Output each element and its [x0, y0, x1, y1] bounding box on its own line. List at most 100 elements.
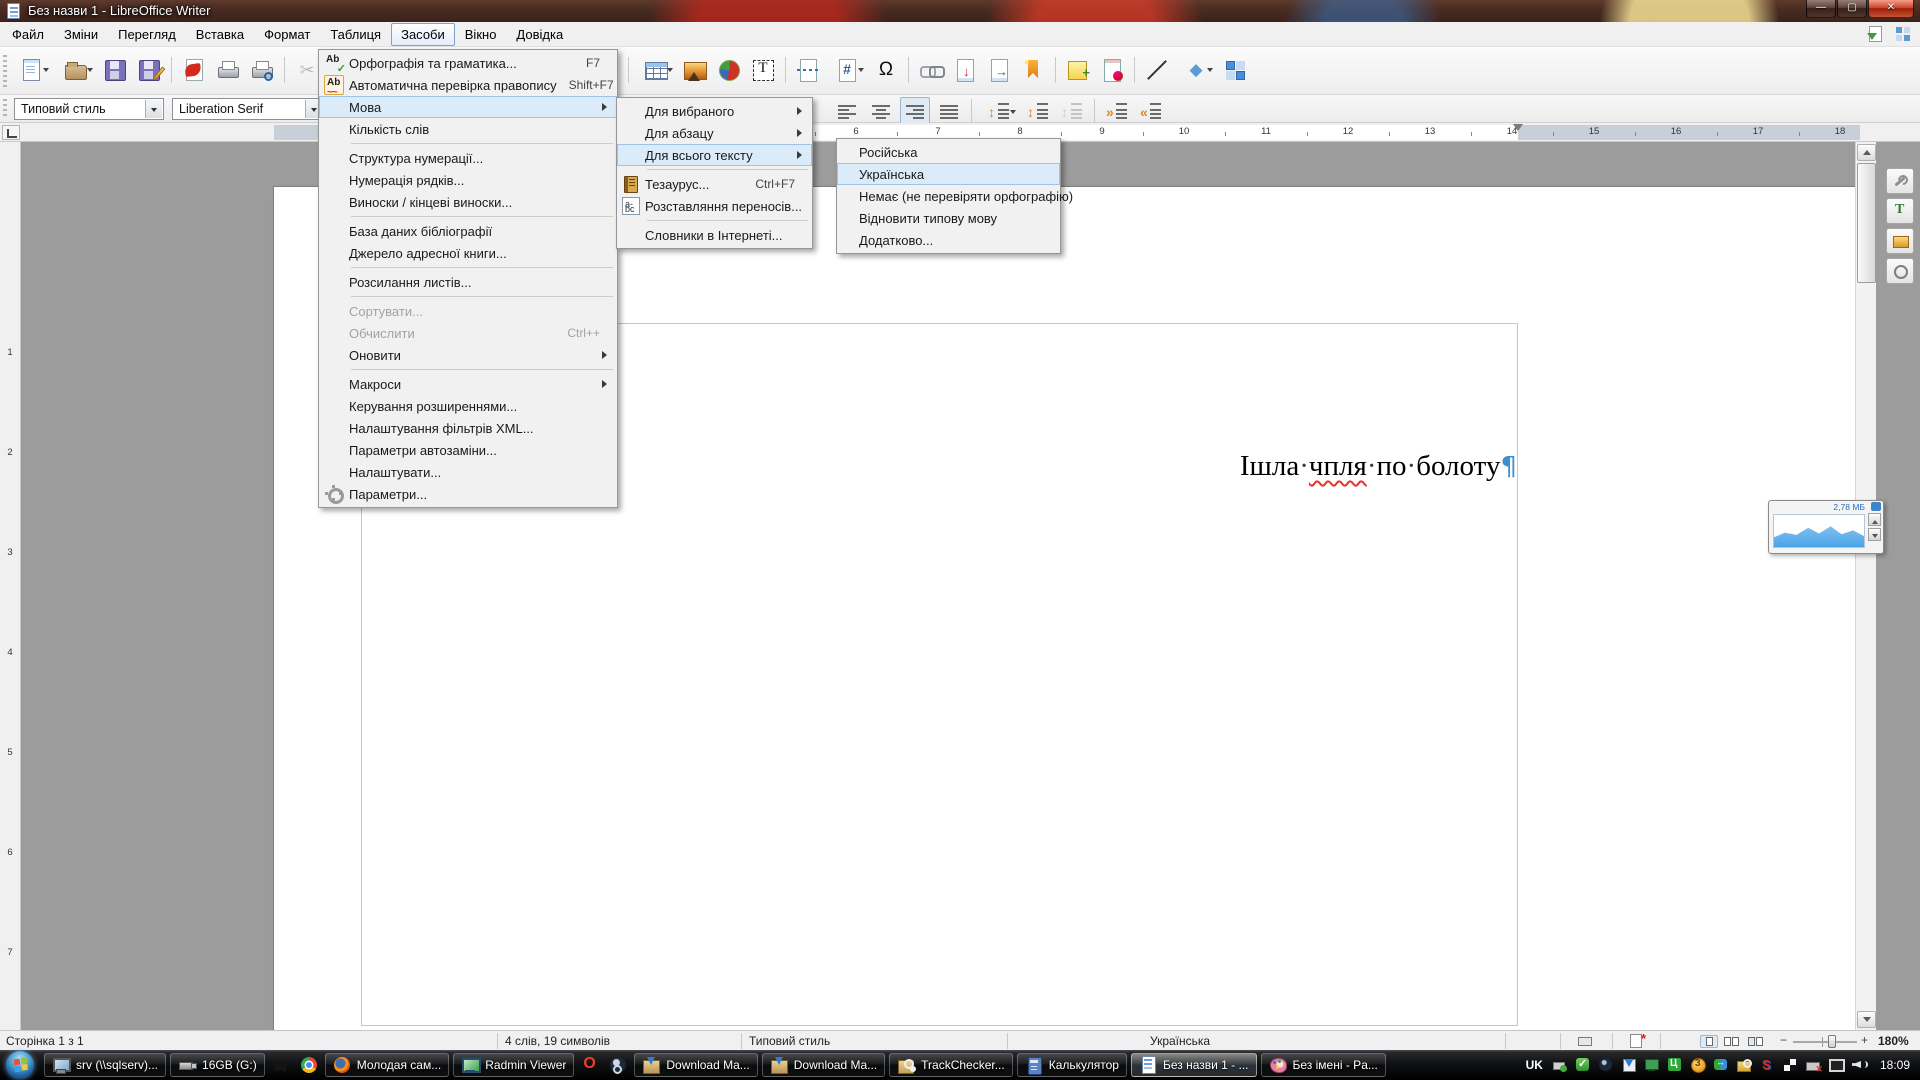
menu-item[interactable]: Макроси: [319, 373, 617, 395]
chart-icon-button[interactable]: [714, 55, 744, 85]
maximize-button[interactable]: ▢: [1837, 0, 1867, 18]
menu-item[interactable]: Кількість слів: [319, 118, 617, 140]
usb-tray-icon[interactable]: [1552, 1057, 1568, 1073]
teamviewer-icon[interactable]: [1713, 1057, 1729, 1073]
chevron-down-icon[interactable]: [1207, 68, 1213, 75]
font-name-combo[interactable]: Liberation Serif: [172, 98, 324, 120]
radmin-tray-icon[interactable]: [1644, 1057, 1660, 1073]
folder-search-icon[interactable]: [1736, 1057, 1752, 1073]
menu-item[interactable]: Словники в Інтернеті...: [617, 224, 812, 246]
page-status[interactable]: Сторінка 1 з 1: [6, 1034, 84, 1048]
sidebar-styles-button[interactable]: [1886, 198, 1914, 224]
chevron-down-icon[interactable]: [1010, 110, 1016, 117]
menu-item[interactable]: Розставляння переносів...: [617, 195, 812, 217]
document-modified-icon[interactable]: [1630, 1034, 1642, 1048]
scroll-up-arrow-icon[interactable]: [1857, 144, 1876, 161]
keyboard-language-indicator[interactable]: UK: [1526, 1058, 1543, 1072]
menu-item[interactable]: Українська: [837, 163, 1060, 185]
menu-Засоби[interactable]: Засоби: [391, 23, 455, 46]
vertical-scrollbar[interactable]: [1855, 142, 1876, 1030]
taskbar-button[interactable]: Без назви 1 - ...: [1131, 1053, 1257, 1077]
menu-item[interactable]: Для вибраного: [617, 100, 812, 122]
table-icon-button[interactable]: [636, 55, 676, 85]
volume-icon[interactable]: [1851, 1057, 1867, 1073]
taskbar-button[interactable]: Download Ma...: [634, 1053, 757, 1077]
document-text-line[interactable]: Ішла·чпля·по·болоту¶: [1240, 450, 1517, 483]
comment-icon-button[interactable]: [1063, 55, 1093, 85]
menu-item[interactable]: Тезаурус...Ctrl+F7: [617, 173, 812, 195]
word-count-status[interactable]: 4 слів, 19 символів: [505, 1034, 610, 1048]
grid-icon[interactable]: [1894, 25, 1912, 43]
print-icon-button[interactable]: [213, 55, 243, 85]
printer-error-icon[interactable]: [1805, 1057, 1821, 1073]
print-preview-icon-button[interactable]: [247, 55, 277, 85]
scrollbar-thumb[interactable]: [1857, 163, 1876, 283]
page-break-icon-button[interactable]: [793, 55, 823, 85]
paragraph-style-combo[interactable]: Типовий стиль: [14, 98, 164, 120]
menu-item[interactable]: Додатково...: [837, 229, 1060, 251]
chevron-down-icon[interactable]: [87, 68, 93, 75]
language-status[interactable]: Українська: [1150, 1034, 1210, 1048]
menu-item[interactable]: Для всього тексту: [617, 144, 812, 166]
download-arrow-icon[interactable]: [1866, 25, 1884, 43]
taskbar-button[interactable]: Без імені - Pa...: [1261, 1053, 1386, 1077]
view-single-page-icon[interactable]: [1700, 1035, 1718, 1048]
menu-item[interactable]: Мова: [319, 96, 617, 118]
menu-item[interactable]: Розсилання листів...: [319, 271, 617, 293]
menu-Зміни[interactable]: Зміни: [54, 23, 108, 46]
start-button[interactable]: [2, 1052, 38, 1078]
menu-Вікно[interactable]: Вікно: [455, 23, 507, 46]
spin-down-icon[interactable]: [1868, 528, 1881, 541]
view-multi-page-icon[interactable]: [1722, 1035, 1740, 1048]
footnote-icon-button[interactable]: [950, 55, 980, 85]
zoom-slider-thumb[interactable]: [1828, 1035, 1836, 1048]
draw-functions-icon-button[interactable]: [1220, 55, 1250, 85]
menu-Перегляд[interactable]: Перегляд: [108, 23, 186, 46]
toolbar-grip[interactable]: [3, 99, 7, 119]
taskbar-button[interactable]: srv (\\sqlserv)...: [44, 1053, 166, 1077]
menu-item[interactable]: Джерело адресної книги...: [319, 242, 617, 264]
clock[interactable]: 18:09: [1880, 1058, 1910, 1072]
chevron-down-icon[interactable]: [858, 68, 864, 75]
tab-selector[interactable]: [2, 125, 20, 140]
menu-item[interactable]: Немає (не перевіряти орфографію): [837, 185, 1060, 207]
punto-switcher-icon[interactable]: [1759, 1057, 1775, 1073]
close-button[interactable]: ✕: [1868, 0, 1914, 18]
menu-item[interactable]: Для абзацу: [617, 122, 812, 144]
menu-item[interactable]: Оновити: [319, 344, 617, 366]
text-box-icon-button[interactable]: [748, 55, 778, 85]
taskbar-button[interactable]: Калькулятор: [1017, 1053, 1127, 1077]
menu-item[interactable]: Орфографія та граматика...F7: [319, 52, 617, 74]
menu-Вставка[interactable]: Вставка: [186, 23, 254, 46]
menu-item[interactable]: Нумерація рядків...: [319, 169, 617, 191]
menu-Файл[interactable]: Файл: [2, 23, 54, 46]
chevron-down-icon[interactable]: [667, 68, 673, 75]
toolbar-grip[interactable]: [3, 55, 7, 87]
menu-Формат[interactable]: Формат: [254, 23, 320, 46]
taskbar-pinned-wolf-icon[interactable]: [268, 1056, 294, 1074]
chevron-down-icon[interactable]: [145, 100, 162, 118]
menu-item[interactable]: Автоматична перевірка правописуShift+F7: [319, 74, 617, 96]
zoom-slider[interactable]: − +: [1780, 1034, 1870, 1048]
menu-item[interactable]: База даних бібліографії: [319, 220, 617, 242]
export-pdf-icon-button[interactable]: [179, 55, 209, 85]
menu-item[interactable]: Російська: [837, 141, 1060, 163]
endnote-icon-button[interactable]: [984, 55, 1014, 85]
zoom-in-icon[interactable]: +: [1861, 1037, 1870, 1046]
taskbar-pinned-chrome-icon[interactable]: [296, 1056, 322, 1074]
open-icon-button[interactable]: [56, 55, 96, 85]
steam-tray-icon[interactable]: [1598, 1057, 1614, 1073]
sidebar-gallery-button[interactable]: [1886, 228, 1914, 254]
taskbar-pinned-opera-icon[interactable]: [577, 1056, 603, 1074]
network-display-icon[interactable]: [1828, 1057, 1844, 1073]
checkered-flag-icon[interactable]: [1782, 1057, 1798, 1073]
menu-item[interactable]: Налаштування фільтрів XML...: [319, 417, 617, 439]
taskbar-pinned-steam-icon[interactable]: [605, 1056, 631, 1074]
menu-item[interactable]: Параметри...: [319, 483, 617, 505]
special-character-icon-button[interactable]: Ω: [871, 55, 901, 85]
new-document-icon-button[interactable]: [12, 55, 52, 85]
menu-item[interactable]: Налаштувати...: [319, 461, 617, 483]
scroll-down-arrow-icon[interactable]: [1857, 1011, 1876, 1028]
menu-Таблиця[interactable]: Таблиця: [320, 23, 391, 46]
line-icon-button[interactable]: [1142, 55, 1172, 85]
